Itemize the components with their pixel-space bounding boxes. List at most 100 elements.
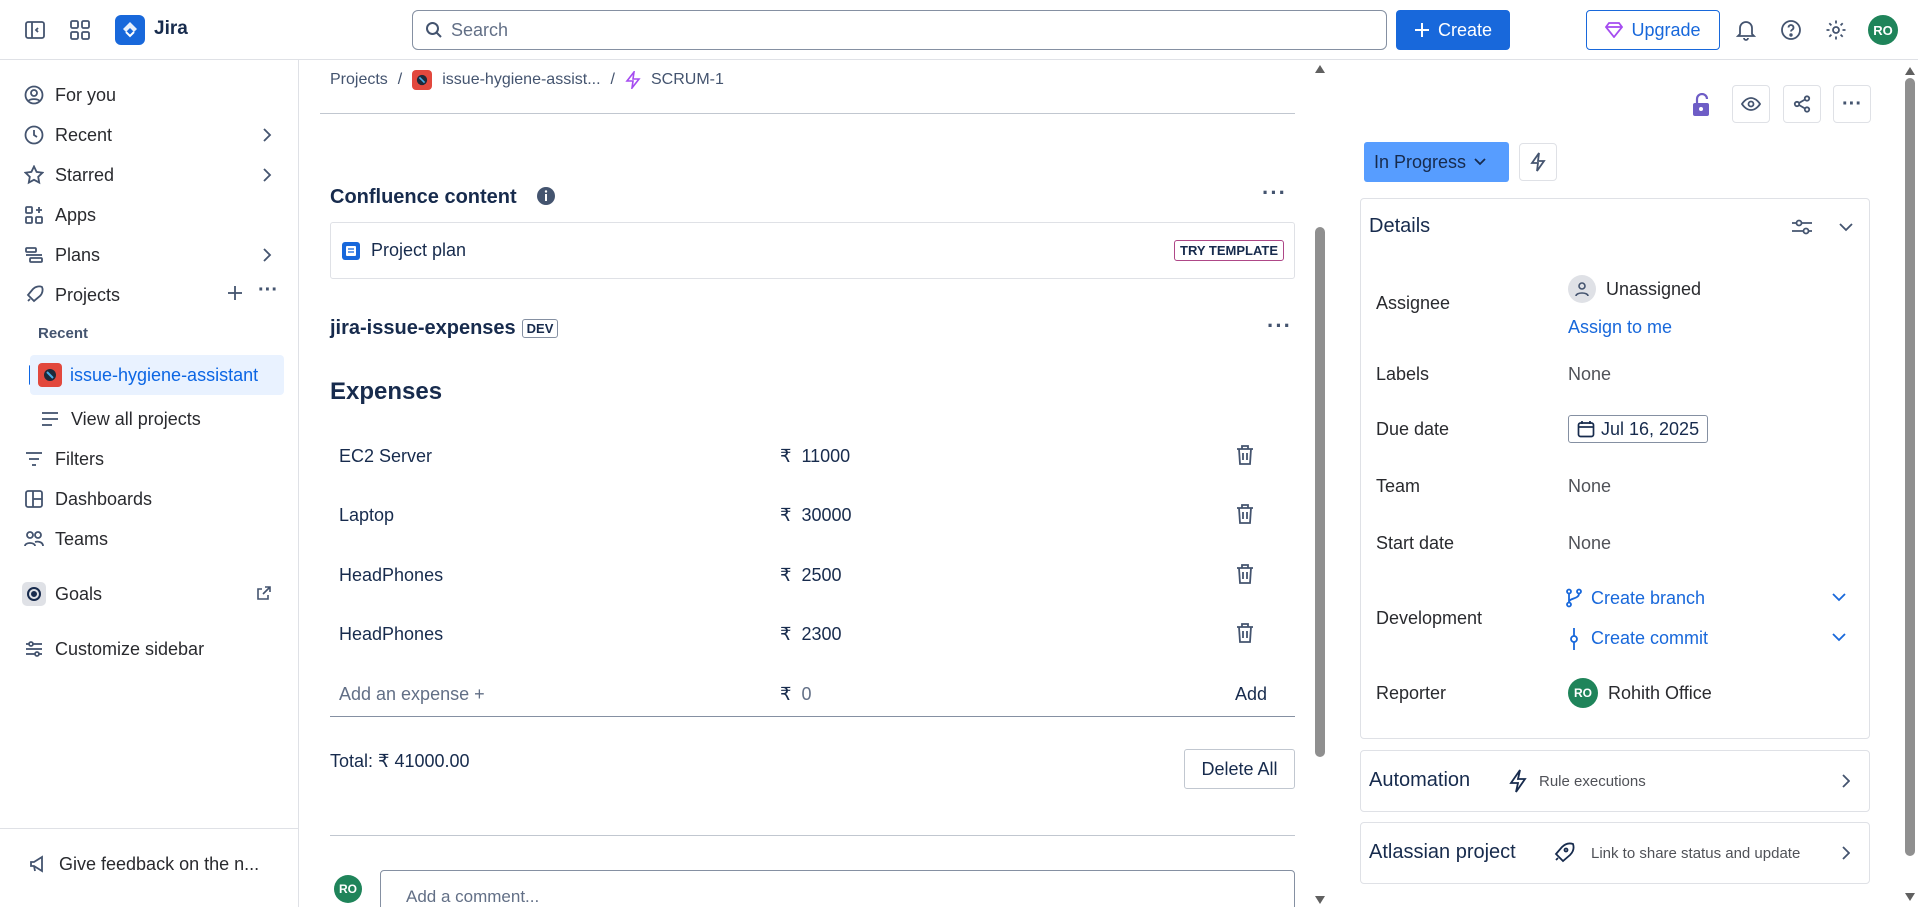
user-circle-icon <box>22 83 46 107</box>
confluence-item-title[interactable]: Project plan <box>371 240 466 261</box>
scroll-down-arrow-icon[interactable] <box>1905 893 1915 901</box>
more-options-icon[interactable]: ··· <box>1267 313 1292 339</box>
sidebar: For you Recent Starred Apps Plans Projec… <box>0 60 299 907</box>
trash-icon[interactable] <box>1235 444 1255 466</box>
currency-symbol: ₹ <box>780 505 792 525</box>
sidebar-item-issue-hygiene-assistant[interactable]: issue-hygiene-assistant <box>30 355 284 395</box>
atlassian-project-panel[interactable]: Atlassian project Link to share status a… <box>1360 822 1870 884</box>
sidebar-item-recent[interactable]: Recent <box>22 117 284 153</box>
info-icon[interactable] <box>536 186 556 206</box>
chevron-right-icon[interactable] <box>262 128 272 142</box>
view-all-projects-link[interactable]: View all projects <box>38 401 284 437</box>
help-icon[interactable] <box>1775 14 1807 46</box>
trash-icon[interactable] <box>1235 503 1255 525</box>
sidebar-item-projects[interactable]: Projects ··· <box>22 277 284 313</box>
chevron-right-icon[interactable] <box>262 168 272 182</box>
start-date-value[interactable]: None <box>1568 533 1611 554</box>
add-expense-input[interactable]: Add an expense + <box>339 684 485 705</box>
more-options-icon[interactable]: ··· <box>258 279 278 302</box>
add-amount-input[interactable]: 0 <box>801 684 811 704</box>
lightning-icon <box>1509 769 1527 793</box>
more-options-icon[interactable]: ··· <box>1262 180 1287 206</box>
labels-value[interactable]: None <box>1568 364 1611 385</box>
teams-icon <box>22 527 46 551</box>
user-avatar[interactable]: RO <box>1868 15 1898 45</box>
search-input[interactable] <box>451 19 1351 41</box>
star-icon <box>22 163 46 187</box>
watch-eye-icon[interactable] <box>1732 85 1770 123</box>
currency-symbol: ₹ <box>780 624 792 644</box>
automation-panel[interactable]: Automation Rule executions <box>1360 750 1870 812</box>
reporter-name[interactable]: Rohith Office <box>1608 683 1712 704</box>
automation-lightning-icon[interactable] <box>1519 143 1557 181</box>
sidebar-item-customize[interactable]: Customize sidebar <box>22 631 284 667</box>
jira-logo-icon[interactable] <box>115 15 145 45</box>
confluence-item-card[interactable]: Project plan TRY TEMPLATE <box>330 222 1295 279</box>
give-feedback-button[interactable]: Give feedback on the n... <box>26 846 288 882</box>
sidebar-item-apps[interactable]: Apps <box>22 197 284 233</box>
chevron-down-icon[interactable] <box>1832 593 1846 602</box>
reporter-label: Reporter <box>1376 683 1447 703</box>
branch-icon <box>1565 588 1583 608</box>
breadcrumb-project[interactable]: issue-hygiene-assist... <box>442 71 600 89</box>
create-button[interactable]: Create <box>1396 10 1510 50</box>
chevron-down-icon[interactable] <box>1839 223 1853 232</box>
sidebar-item-plans[interactable]: Plans <box>22 237 284 273</box>
feedback-section: Give feedback on the n... <box>0 828 299 907</box>
sidebar-item-goals[interactable]: Goals <box>22 576 284 612</box>
breadcrumb-projects[interactable]: Projects <box>330 71 388 89</box>
create-branch-link[interactable]: Create branch <box>1591 588 1705 609</box>
notifications-icon[interactable] <box>1730 14 1762 46</box>
more-actions-icon[interactable]: ··· <box>1833 85 1871 123</box>
unlock-icon[interactable] <box>1691 93 1713 117</box>
search-bar[interactable] <box>412 10 1387 50</box>
add-expense-button[interactable]: Add <box>1235 684 1267 705</box>
expense-amount: 11000 <box>801 446 851 466</box>
trash-icon[interactable] <box>1235 563 1255 585</box>
share-icon[interactable] <box>1783 85 1821 123</box>
feedback-label: Give feedback on the n... <box>59 853 260 874</box>
configure-fields-icon[interactable] <box>1791 217 1813 237</box>
assignee-value[interactable]: Unassigned <box>1606 279 1701 300</box>
sidebar-item-teams[interactable]: Teams <box>22 521 284 557</box>
comment-input[interactable]: Add a comment... <box>380 870 1295 907</box>
sidebar-item-label: Goals <box>55 583 103 604</box>
breadcrumb-issue-key[interactable]: SCRUM-1 <box>651 71 724 89</box>
rocket-icon <box>1551 841 1575 865</box>
external-link-icon[interactable] <box>256 585 272 601</box>
chevron-right-icon[interactable] <box>262 248 272 262</box>
expense-row: HeadPhones ₹ 2300 <box>330 614 1295 654</box>
status-dropdown[interactable]: In Progress <box>1364 142 1509 182</box>
project-name: issue-hygiene-assistant <box>70 364 259 385</box>
app-name[interactable]: Jira <box>154 18 188 40</box>
details-scrollbar[interactable] <box>1902 60 1918 907</box>
gem-icon <box>1605 22 1624 38</box>
try-template-badge[interactable]: TRY TEMPLATE <box>1174 240 1284 261</box>
status-label: In Progress <box>1374 151 1467 172</box>
upgrade-button[interactable]: Upgrade <box>1586 10 1720 50</box>
breadcrumb: Projects / issue-hygiene-assist... / SCR… <box>330 70 724 90</box>
details-title[interactable]: Details <box>1369 215 1430 238</box>
sidebar-item-starred[interactable]: Starred <box>22 157 284 193</box>
chevron-down-icon[interactable] <box>1832 633 1846 642</box>
sidebar-item-filters[interactable]: Filters <box>22 441 284 477</box>
due-date-field[interactable]: Jul 16, 2025 <box>1568 415 1709 443</box>
sidebar-item-dashboards[interactable]: Dashboards <box>22 481 284 517</box>
create-commit-link[interactable]: Create commit <box>1591 628 1708 649</box>
delete-all-button[interactable]: Delete All <box>1184 749 1295 789</box>
sidebar-item-for-you[interactable]: For you <box>22 77 284 113</box>
start-date-label: Start date <box>1376 533 1455 553</box>
scroll-up-arrow-icon[interactable] <box>1905 67 1915 75</box>
automation-title: Automation <box>1369 769 1471 791</box>
create-label: Create <box>1437 19 1493 40</box>
add-project-plus-icon[interactable] <box>226 284 244 302</box>
sidebar-toggle-icon[interactable] <box>19 14 51 46</box>
trash-icon[interactable] <box>1235 622 1255 644</box>
atlassian-project-title: Atlassian project <box>1369 841 1516 863</box>
team-value[interactable]: None <box>1568 476 1611 497</box>
settings-gear-icon[interactable] <box>1820 14 1852 46</box>
development-label: Development <box>1376 608 1483 628</box>
scrollbar-thumb[interactable] <box>1905 78 1915 856</box>
app-switcher-icon[interactable] <box>64 14 96 46</box>
assign-to-me-link[interactable]: Assign to me <box>1568 317 1672 338</box>
